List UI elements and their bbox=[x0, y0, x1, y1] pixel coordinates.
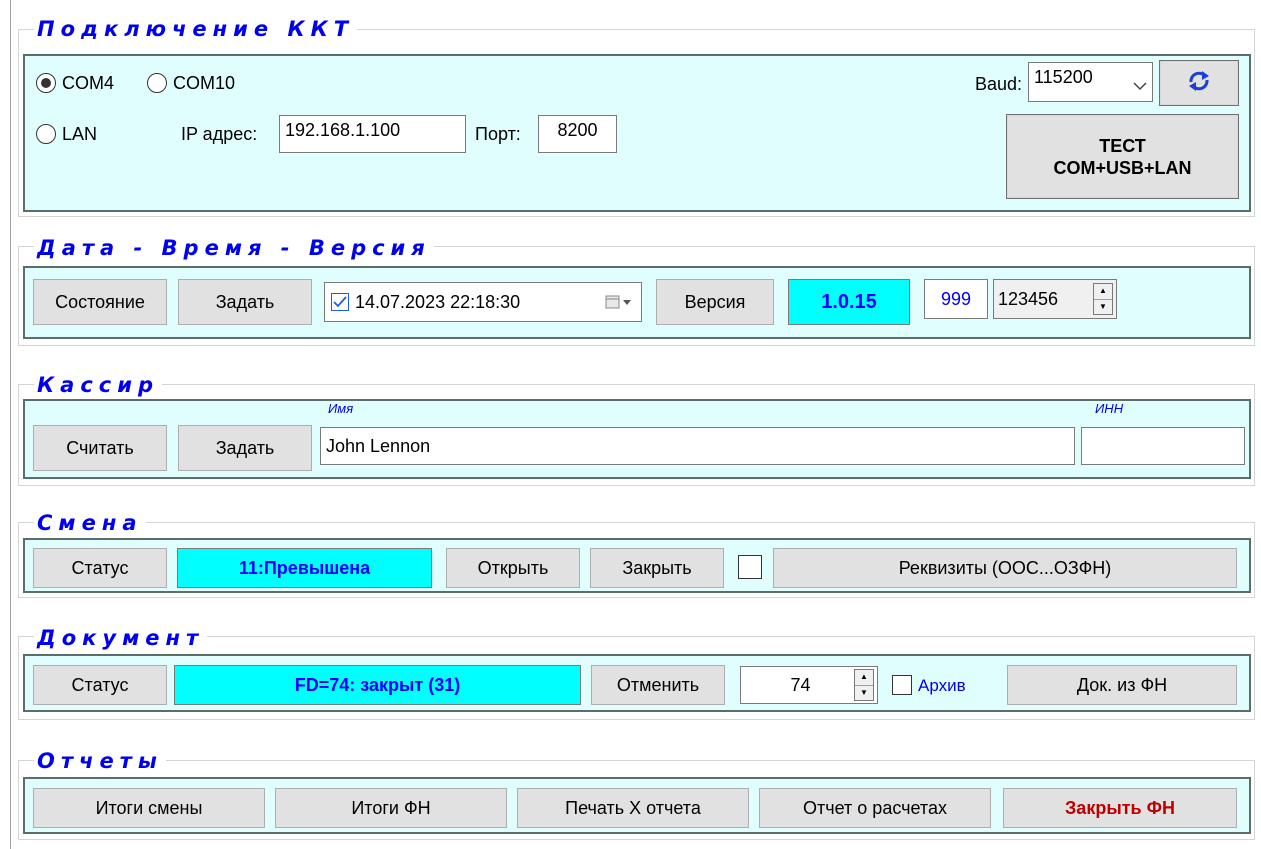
radio-com10-label: COM10 bbox=[173, 73, 236, 93]
cashier-title: Кассир bbox=[34, 372, 162, 398]
datetime-title: Дата - Время - Версия bbox=[34, 235, 434, 261]
connection-title: Подключение ККТ bbox=[34, 16, 358, 42]
calendar-dropdown-icon[interactable] bbox=[605, 294, 635, 310]
spinner-arrows[interactable]: ▲ ▼ bbox=[1093, 283, 1113, 315]
document-spinner-arrows[interactable]: ▲ ▼ bbox=[854, 669, 874, 701]
port-input[interactable]: 8200 bbox=[538, 115, 617, 153]
test-connection-button[interactable]: ТЕСТ COM+USB+LAN bbox=[1006, 114, 1239, 199]
number-spinner[interactable]: 123456 ▲ ▼ bbox=[993, 279, 1117, 319]
archive-checkbox[interactable] bbox=[892, 675, 912, 695]
spin-up-icon[interactable]: ▲ bbox=[855, 670, 873, 686]
name-label: Имя bbox=[328, 401, 354, 416]
document-status-value: FD=74: закрыт (31) bbox=[174, 665, 581, 705]
field-999-value: 999 bbox=[940, 288, 972, 309]
cashier-name-value: John Lennon bbox=[326, 435, 431, 456]
archive-label: Архив bbox=[918, 676, 966, 695]
shift-title: Смена bbox=[34, 510, 146, 536]
field-999[interactable]: 999 bbox=[924, 279, 988, 319]
document-title: Документ bbox=[34, 625, 208, 651]
port-value: 8200 bbox=[557, 120, 598, 140]
cashier-read-button[interactable]: Считать bbox=[33, 425, 167, 471]
inn-label: ИНН bbox=[1095, 401, 1124, 416]
refresh-icon bbox=[1186, 69, 1212, 98]
shift-status-button[interactable]: Статус bbox=[33, 548, 167, 588]
radio-com4-circle[interactable] bbox=[36, 73, 56, 93]
port-label: Порт: bbox=[475, 124, 521, 144]
document-status-button[interactable]: Статус bbox=[33, 665, 167, 705]
test-button-line2: COM+USB+LAN bbox=[1053, 157, 1192, 178]
window-left-edge bbox=[10, 0, 11, 849]
spin-down-icon[interactable]: ▼ bbox=[1094, 300, 1112, 315]
radio-com4[interactable]: COM4 bbox=[36, 72, 114, 94]
version-value: 1.0.15 bbox=[788, 279, 910, 325]
ip-value: 192.168.1.100 bbox=[285, 120, 401, 140]
test-button-line1: ТЕСТ bbox=[1099, 135, 1146, 156]
document-number-spinner[interactable]: 74 ▲ ▼ bbox=[740, 666, 878, 704]
chevron-down-icon bbox=[1133, 75, 1147, 96]
radio-lan[interactable]: LAN bbox=[36, 123, 97, 145]
cashier-name-input[interactable]: John Lennon bbox=[320, 427, 1075, 465]
settlement-report-button[interactable]: Отчет о расчетах bbox=[759, 788, 991, 828]
radio-com10[interactable]: COM10 bbox=[147, 72, 235, 94]
fn-totals-button[interactable]: Итоги ФН bbox=[275, 788, 507, 828]
reports-title: Отчеты bbox=[34, 748, 166, 774]
baud-select[interactable]: 115200 bbox=[1028, 62, 1153, 102]
shift-totals-button[interactable]: Итоги смены bbox=[33, 788, 265, 828]
spin-down-icon[interactable]: ▼ bbox=[855, 686, 873, 701]
close-fn-button[interactable]: Закрыть ФН bbox=[1003, 788, 1237, 828]
ip-label: IP адрес: bbox=[181, 124, 258, 144]
shift-status-value: 11:Превышена bbox=[177, 548, 432, 588]
ip-input[interactable]: 192.168.1.100 bbox=[279, 115, 466, 153]
document-cancel-button[interactable]: Отменить bbox=[591, 665, 725, 705]
state-button[interactable]: Состояние bbox=[33, 279, 167, 325]
doc-from-fn-button[interactable]: Док. из ФН bbox=[1007, 665, 1237, 705]
cashier-inn-input[interactable] bbox=[1081, 427, 1245, 465]
datetime-picker[interactable]: 14.07.2023 22:18:30 bbox=[324, 282, 642, 322]
baud-value: 115200 bbox=[1034, 67, 1093, 87]
datetime-value: 14.07.2023 22:18:30 bbox=[355, 291, 521, 312]
cashier-set-button[interactable]: Задать bbox=[178, 425, 312, 471]
spinner-value: 123456 bbox=[998, 288, 1059, 309]
spin-up-icon[interactable]: ▲ bbox=[1094, 284, 1112, 300]
document-number-value: 74 bbox=[790, 674, 811, 695]
version-button[interactable]: Версия bbox=[656, 279, 774, 325]
baud-label: Baud: bbox=[975, 74, 1023, 94]
radio-lan-label: LAN bbox=[62, 124, 98, 144]
print-x-report-button[interactable]: Печать X отчета bbox=[517, 788, 749, 828]
refresh-button[interactable] bbox=[1159, 60, 1239, 106]
requisites-button[interactable]: Реквизиты (ООС...ОЗФН) bbox=[773, 548, 1237, 588]
shift-checkbox[interactable] bbox=[738, 555, 762, 579]
radio-lan-circle[interactable] bbox=[36, 124, 56, 144]
shift-open-button[interactable]: Открыть bbox=[446, 548, 580, 588]
shift-close-button[interactable]: Закрыть bbox=[590, 548, 724, 588]
radio-com10-circle[interactable] bbox=[147, 73, 167, 93]
datetime-set-button[interactable]: Задать bbox=[178, 279, 312, 325]
datetime-checkbox[interactable] bbox=[331, 293, 349, 311]
radio-com4-label: COM4 bbox=[62, 73, 115, 93]
